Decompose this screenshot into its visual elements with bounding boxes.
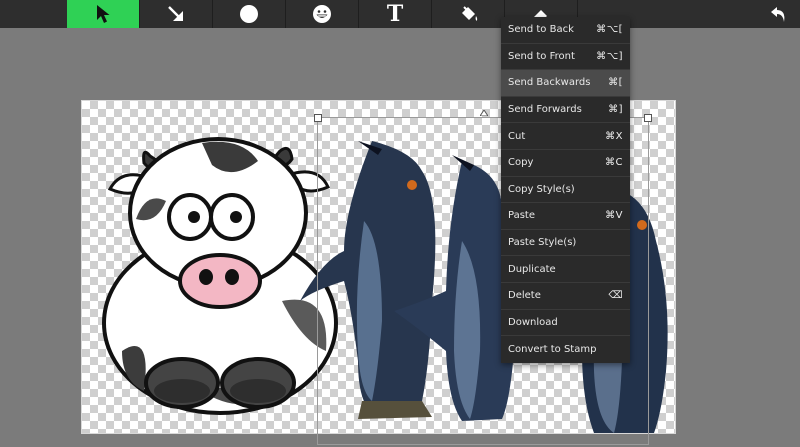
menu-item-shortcut: ⌘V <box>605 210 623 222</box>
menu-item-label: Copy Style(s) <box>508 183 575 195</box>
text-icon: T <box>386 1 404 27</box>
menu-item-shortcut: ⌘C <box>605 157 623 169</box>
menu-item-label: Duplicate <box>508 263 556 275</box>
emoji-tool-button[interactable] <box>286 0 359 28</box>
menu-item-copy[interactable]: Copy ⌘C <box>501 150 630 177</box>
undo-icon <box>771 7 785 22</box>
menu-item-label: Convert to Stamp <box>508 343 597 355</box>
delete-key-icon: ⌫ <box>608 290 623 302</box>
circle-icon <box>240 5 258 23</box>
select-arrow-icon <box>97 5 110 23</box>
emoji-icon <box>313 5 331 23</box>
menu-item-label: Download <box>508 316 558 328</box>
paint-bucket-icon <box>462 6 478 21</box>
menu-item-send-to-front[interactable]: Send to Front ⌘⌥] <box>501 44 630 71</box>
menu-item-label: Copy <box>508 157 534 169</box>
menu-item-label: Cut <box>508 130 526 142</box>
menu-item-label: Send Forwards <box>508 104 582 116</box>
menu-item-shortcut: ⌘⌥] <box>596 50 623 62</box>
menu-item-label: Delete <box>508 290 541 302</box>
resize-handle-top-left[interactable] <box>314 114 322 122</box>
circle-tool-button[interactable] <box>213 0 286 28</box>
menu-item-label: Paste <box>508 210 535 222</box>
menu-item-download[interactable]: Download <box>501 310 630 337</box>
select-tool-button[interactable] <box>67 0 140 28</box>
rotate-handle-icon[interactable] <box>480 110 488 116</box>
menu-item-shortcut: ⌘X <box>605 130 623 142</box>
menu-item-delete[interactable]: Delete ⌫ <box>501 283 630 310</box>
menu-item-shortcut: ⌘⌥[ <box>596 24 623 36</box>
arrow-tool-button[interactable] <box>140 0 213 28</box>
undo-button[interactable] <box>764 0 794 28</box>
cow-clipart[interactable] <box>102 137 338 415</box>
menu-item-send-forwards[interactable]: Send Forwards ⌘] <box>501 97 630 124</box>
line-arrow-icon <box>168 6 183 21</box>
menu-item-send-backwards[interactable]: Send Backwards ⌘[ <box>501 70 630 97</box>
menu-item-label: Send Backwards <box>508 77 591 89</box>
menu-item-send-to-back[interactable]: Send to Back ⌘⌥[ <box>501 17 630 44</box>
menu-item-label: Paste Style(s) <box>508 237 577 249</box>
menu-item-paste-styles[interactable]: Paste Style(s) <box>501 230 630 257</box>
menu-item-shortcut: ⌘[ <box>608 77 623 89</box>
menu-item-label: Send to Back <box>508 24 574 36</box>
toolbar: T <box>0 0 800 28</box>
context-menu: Send to Back ⌘⌥[ Send to Front ⌘⌥] Send … <box>501 17 630 363</box>
fill-tool-button[interactable] <box>432 0 505 28</box>
text-tool-button[interactable]: T <box>359 0 432 28</box>
menu-item-paste[interactable]: Paste ⌘V <box>501 203 630 230</box>
menu-item-duplicate[interactable]: Duplicate <box>501 256 630 283</box>
menu-item-convert-to-stamp[interactable]: Convert to Stamp <box>501 336 630 363</box>
menu-item-shortcut: ⌘] <box>608 104 623 116</box>
resize-handle-top-right[interactable] <box>644 114 652 122</box>
menu-item-copy-styles[interactable]: Copy Style(s) <box>501 177 630 204</box>
menu-item-cut[interactable]: Cut ⌘X <box>501 123 630 150</box>
menu-item-label: Send to Front <box>508 50 575 62</box>
